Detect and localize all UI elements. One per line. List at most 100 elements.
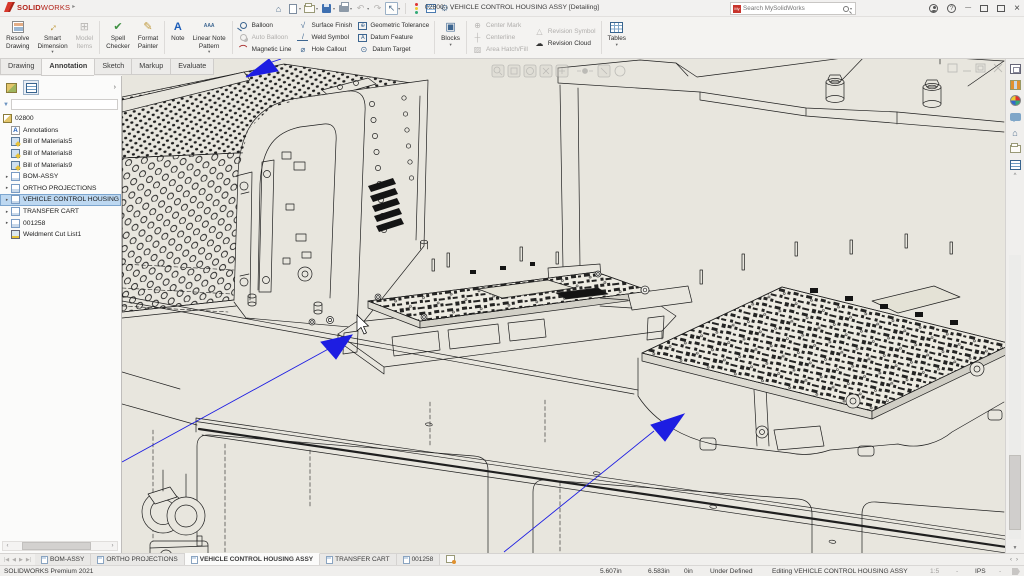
save-dropdown[interactable]: ▾ xyxy=(333,6,335,11)
tree-item-001258[interactable]: ▸ 001258 xyxy=(0,217,121,229)
sheet-scale[interactable]: 1:5 xyxy=(930,568,939,575)
scroll-left-icon[interactable]: ‹ xyxy=(3,543,12,549)
tab-markup[interactable]: Markup xyxy=(131,59,170,75)
filter-funnel-icon[interactable]: ▼ xyxy=(3,102,9,108)
auto-balloon-button[interactable]: Auto Balloon xyxy=(238,32,292,43)
scrollbar-track[interactable] xyxy=(12,542,108,550)
weld-symbol-button[interactable]: /Weld Symbol xyxy=(297,32,352,43)
scroll-right-icon[interactable]: › xyxy=(108,543,117,549)
rebuild-button[interactable] xyxy=(410,2,423,15)
panel-expand-chevron-icon[interactable]: › xyxy=(114,84,118,91)
first-sheet-button[interactable]: |◀ xyxy=(4,557,9,563)
centerline-button[interactable]: ┼Centerline xyxy=(472,32,528,43)
open-dropdown[interactable]: ▾ xyxy=(316,6,318,11)
unit-system[interactable]: IPS xyxy=(975,568,986,575)
close-button[interactable]: × xyxy=(1014,3,1020,14)
tree-item-bom8[interactable]: Bill of Materials8 xyxy=(0,148,121,160)
logo-flyout-icon[interactable]: ▸ xyxy=(72,6,75,9)
tables-button[interactable]: Tables ▾ xyxy=(604,18,630,57)
comments-icon[interactable] xyxy=(1009,110,1022,123)
minimize-button[interactable]: — xyxy=(965,5,971,11)
sheet-tab-vehicle-control-housing-assy[interactable]: VEHICLE CONTROL HOUSING ASSY xyxy=(185,553,320,565)
leader-arrowhead[interactable] xyxy=(321,335,352,359)
datum-target-button[interactable]: ⊙Datum Target xyxy=(358,44,429,55)
prev-sheet-button[interactable]: ◀ xyxy=(12,557,16,563)
print-dropdown[interactable]: ▾ xyxy=(350,6,352,11)
model-items-button[interactable]: ⊞ ModelItems xyxy=(72,18,97,57)
surface-finish-button[interactable]: √Surface Finish xyxy=(297,20,352,31)
save-button[interactable] xyxy=(320,2,333,15)
resolve-drawing-button[interactable]: ResolveDrawing xyxy=(2,18,33,57)
smart-dimension-button[interactable]: ↔ SmartDimension ▾ xyxy=(33,18,71,57)
canvas-vertical-scrollbar[interactable] xyxy=(1009,255,1021,539)
user-account-icon[interactable] xyxy=(929,4,938,13)
restore-button[interactable] xyxy=(997,5,1005,12)
tab-drawing[interactable]: Drawing xyxy=(0,59,41,75)
search-box[interactable]: My ▾ xyxy=(730,2,856,15)
sheet-scroll-right-icon[interactable]: › xyxy=(1016,557,1018,563)
panel-horizontal-scrollbar[interactable]: ‹ › xyxy=(2,541,118,551)
tree-item-ortho-projections[interactable]: ▸ ORTHO PROJECTIONS xyxy=(0,183,121,195)
tree-item-bom9[interactable]: Bill of Materials9 xyxy=(0,159,121,171)
format-painter-button[interactable]: ✎ FormatPainter xyxy=(134,18,162,57)
select-tool-button[interactable]: ↖ xyxy=(385,2,398,15)
linear-note-dropdown[interactable]: ▾ xyxy=(208,50,210,53)
sheet-tab-ortho-projections[interactable]: ORTHO PROJECTIONS xyxy=(91,554,184,565)
display-pane-tab[interactable] xyxy=(23,80,39,95)
file-explorer-icon[interactable] xyxy=(1009,142,1022,155)
design-library-icon[interactable] xyxy=(1009,78,1022,91)
filter-input[interactable] xyxy=(11,99,118,110)
tree-item-vehicle-control-housing-assy[interactable]: ▸ VEHICLE CONTROL HOUSING ASSY xyxy=(0,194,121,206)
tree-item-weldment-cut-list[interactable]: Weldment Cut List1 xyxy=(0,229,121,241)
quick-tip-icon[interactable] xyxy=(1012,568,1020,575)
solidworks-resources-icon[interactable]: ⌂ xyxy=(1009,126,1022,139)
blocks-dropdown[interactable]: ▾ xyxy=(449,43,451,46)
new-dropdown[interactable]: ▾ xyxy=(299,6,301,11)
linear-note-pattern-button[interactable]: AAA Linear NotePattern ▾ xyxy=(189,18,230,57)
select-dropdown[interactable]: ▾ xyxy=(398,6,400,11)
hole-callout-button[interactable]: ⌀Hole Callout xyxy=(297,44,352,55)
appearances-scenes-icon[interactable] xyxy=(1009,94,1022,107)
window-layout-button[interactable] xyxy=(980,5,988,12)
tree-item-bom-assy[interactable]: ▸ BOM-ASSY xyxy=(0,171,121,183)
sheet-tab-001258[interactable]: 001258 xyxy=(397,554,441,565)
home-button[interactable]: ⌂ xyxy=(272,2,285,15)
balloon-button[interactable]: Balloon xyxy=(238,20,292,31)
leader-arrowhead[interactable] xyxy=(651,414,684,441)
tree-root[interactable]: 02800 xyxy=(0,113,121,125)
sheet-tab-transfer-cart[interactable]: TRANSFER CART xyxy=(320,554,396,565)
datum-feature-button[interactable]: ADatum Feature xyxy=(358,32,429,43)
tree-item-transfer-cart[interactable]: ▸ TRANSFER CART xyxy=(0,206,121,218)
search-input[interactable] xyxy=(743,5,841,12)
redo-button[interactable]: ↷ xyxy=(371,2,384,15)
last-sheet-button[interactable]: ▶| xyxy=(26,557,31,563)
tree-item-bom5[interactable]: Bill of Materials5 xyxy=(0,136,121,148)
sheet-tab-bom-assy[interactable]: BOM-ASSY xyxy=(35,554,91,565)
task-pane-collapse-icon[interactable]: ^ xyxy=(1006,173,1024,179)
expand-arrow-icon[interactable]: ▸ xyxy=(3,209,11,215)
tab-sketch[interactable]: Sketch xyxy=(94,59,131,75)
new-file-button[interactable] xyxy=(286,2,299,15)
vertical-scrollbar-thumb[interactable] xyxy=(1009,455,1021,530)
magnetic-line-button[interactable]: ⌒Magnetic Line xyxy=(238,44,292,55)
add-sheet-button[interactable] xyxy=(446,555,455,563)
smart-dimension-dropdown[interactable]: ▾ xyxy=(51,50,53,53)
search-icon[interactable] xyxy=(843,6,849,12)
help-button[interactable]: ? xyxy=(947,4,956,13)
blocks-button[interactable]: ▣ Blocks ▾ xyxy=(437,18,464,57)
view-palette-icon[interactable] xyxy=(1009,158,1022,171)
graphics-area[interactable] xyxy=(122,59,1005,553)
center-mark-button[interactable]: ⊕Center Mark xyxy=(472,20,528,31)
note-button[interactable]: A Note xyxy=(167,18,189,57)
tables-dropdown[interactable]: ▾ xyxy=(616,43,618,46)
geometric-tolerance-button[interactable]: ⊕Geometric Tolerance xyxy=(358,20,429,31)
drawing-canvas[interactable] xyxy=(122,59,1005,553)
expand-arrow-icon[interactable]: ▸ xyxy=(3,197,11,203)
sheet-scroll-left-icon[interactable]: ‹ xyxy=(1010,557,1012,563)
revision-symbol-button[interactable]: △Revision Symbol xyxy=(534,26,596,37)
expand-arrow-icon[interactable]: ▸ xyxy=(3,185,11,191)
tree-item-annotations[interactable]: A Annotations xyxy=(0,125,121,137)
next-sheet-button[interactable]: ▶ xyxy=(19,557,23,563)
undo-button[interactable]: ↶ xyxy=(354,2,367,15)
revision-cloud-button[interactable]: ☁Revision Cloud xyxy=(534,38,596,49)
